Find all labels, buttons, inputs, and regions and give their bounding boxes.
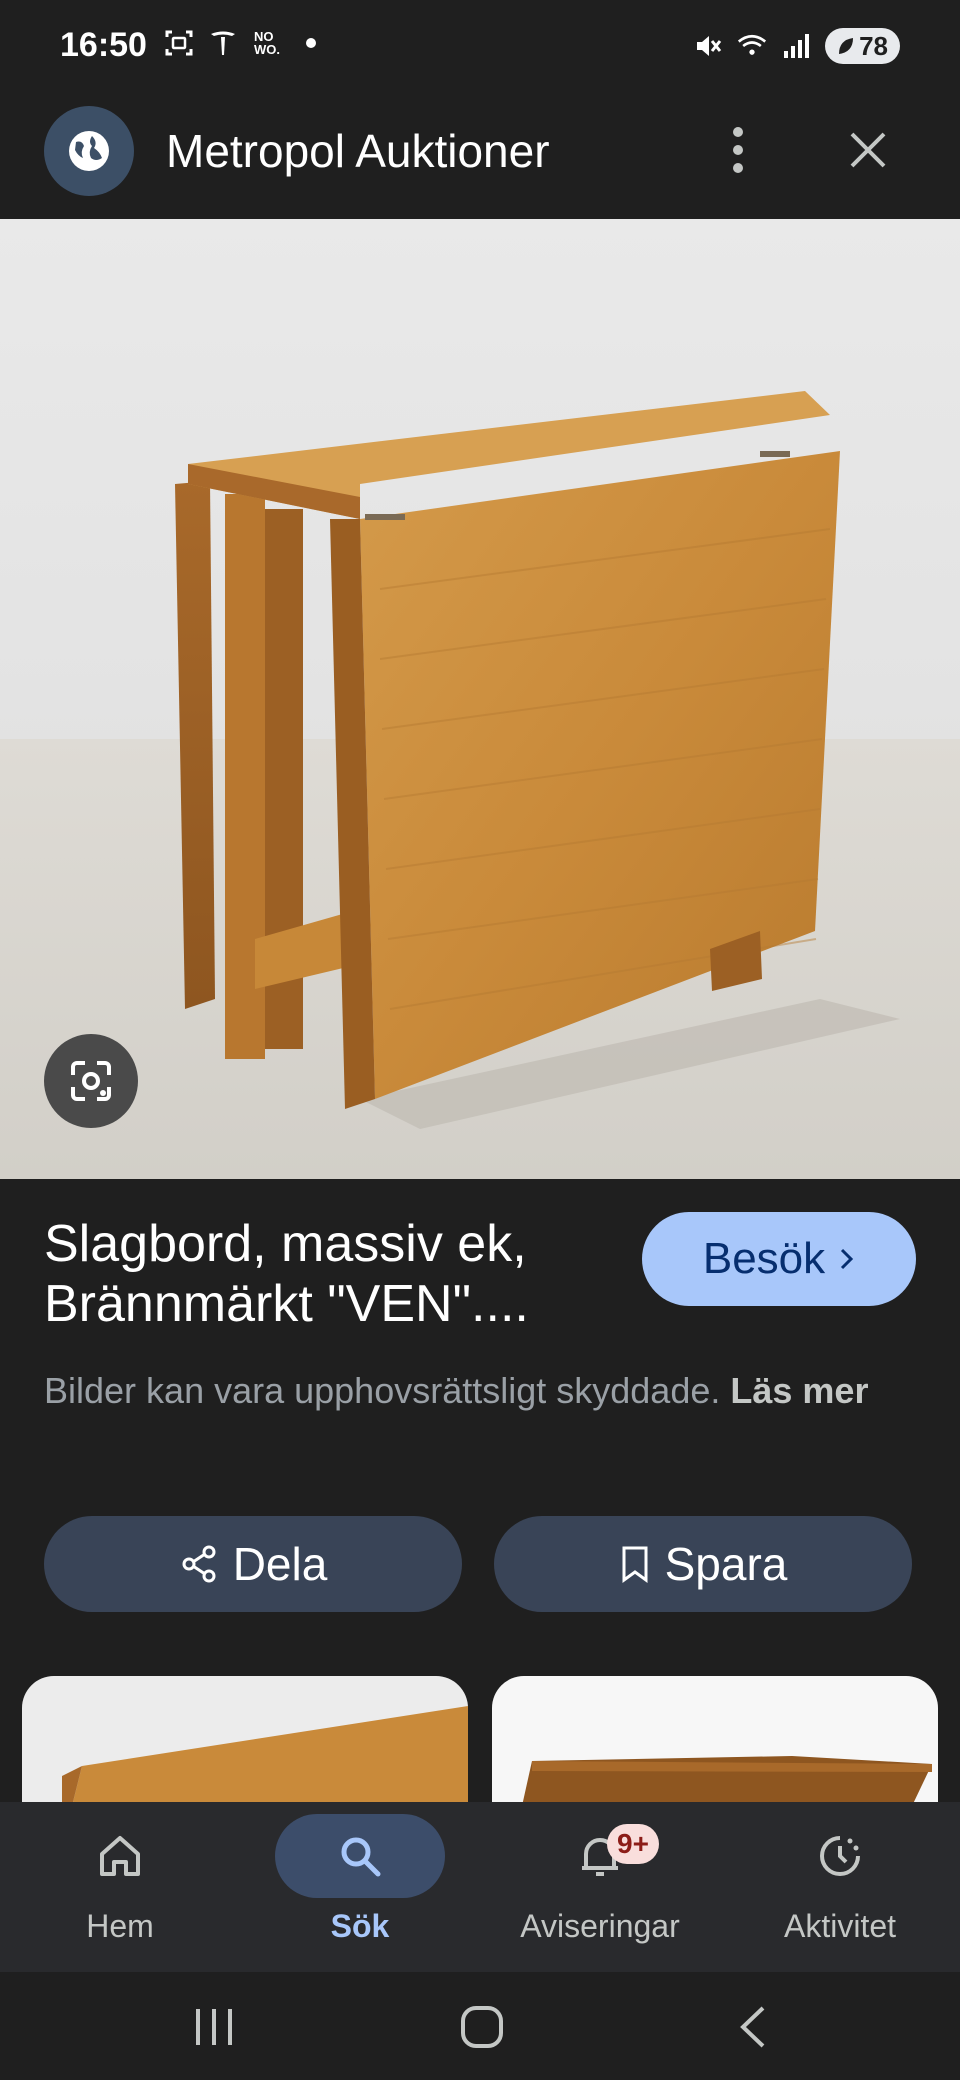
- related-image-1[interactable]: [22, 1676, 468, 1806]
- globe-icon[interactable]: [44, 106, 134, 196]
- copyright-text: Bilder kan vara upphovsrättsligt skyddad…: [44, 1370, 731, 1411]
- no-wo-icon: NO WO.: [254, 29, 280, 57]
- visit-label: Besök: [702, 1234, 826, 1283]
- result-title[interactable]: Slagbord, massiv ek, Brännmärkt "VEN"...…: [44, 1214, 614, 1334]
- share-label: Dela: [232, 1538, 328, 1590]
- notification-badge: 9+: [607, 1824, 659, 1864]
- mute-icon: [693, 31, 723, 61]
- tesla-icon: [208, 28, 238, 58]
- nav-notifications[interactable]: 9+ Aviseringar: [500, 1802, 700, 1972]
- signal-icon: [781, 31, 811, 61]
- status-left-icons: NO WO.: [164, 28, 326, 58]
- share-icon: [182, 1545, 216, 1583]
- save-button[interactable]: Spara: [494, 1516, 912, 1612]
- battery-level: 78: [859, 30, 888, 61]
- nav-search-label: Sök: [330, 1908, 390, 1944]
- leaf-icon: [839, 38, 854, 54]
- home-button-icon[interactable]: [442, 1992, 522, 2062]
- battery-indicator: 78: [825, 28, 900, 64]
- chevron-right-icon: [841, 1248, 854, 1270]
- nav-home-label: Hem: [86, 1908, 154, 1944]
- visit-button[interactable]: Besök: [642, 1212, 916, 1306]
- system-navigation-bar: [0, 1972, 960, 2080]
- nav-activity-label: Aktivitet: [783, 1908, 897, 1944]
- activity-icon: [820, 1836, 860, 1876]
- more-options-icon[interactable]: [712, 118, 764, 182]
- screenshot-icon: [164, 28, 194, 58]
- google-lens-icon[interactable]: [44, 1034, 138, 1128]
- drop-leaf-table-image: [0, 391, 960, 1179]
- nav-activity[interactable]: Aktivitet: [740, 1802, 940, 1972]
- status-right-icons: 78: [693, 28, 900, 64]
- bookmark-icon: [622, 1546, 648, 1583]
- nav-notifications-label: Aviseringar: [520, 1908, 680, 1944]
- dot-icon: [296, 28, 326, 58]
- viewer-header: Metropol Auktioner: [0, 98, 960, 218]
- status-time: 16:50: [60, 26, 147, 64]
- share-button[interactable]: Dela: [44, 1516, 462, 1612]
- copyright-notice: Bilder kan vara upphovsrättsligt skyddad…: [44, 1364, 924, 1418]
- close-icon[interactable]: [836, 118, 900, 182]
- back-icon[interactable]: [712, 1992, 792, 2062]
- search-icon: [341, 1837, 381, 1877]
- recent-apps-icon[interactable]: [174, 1992, 254, 2062]
- status-bar: 16:50 NO WO. 78: [0, 0, 960, 98]
- site-title[interactable]: Metropol Auktioner: [166, 124, 550, 178]
- nav-home[interactable]: Hem: [20, 1802, 220, 1972]
- result-image[interactable]: [0, 219, 960, 1179]
- save-label: Spara: [664, 1538, 788, 1590]
- wifi-icon: [737, 31, 767, 61]
- read-more-link[interactable]: Läs mer: [730, 1370, 868, 1411]
- home-icon: [100, 1836, 140, 1876]
- nav-search[interactable]: Sök: [260, 1802, 460, 1972]
- bottom-navigation: Hem Sök 9+ Aviseringar Aktivitet: [0, 1802, 960, 1972]
- related-image-2[interactable]: [492, 1676, 938, 1806]
